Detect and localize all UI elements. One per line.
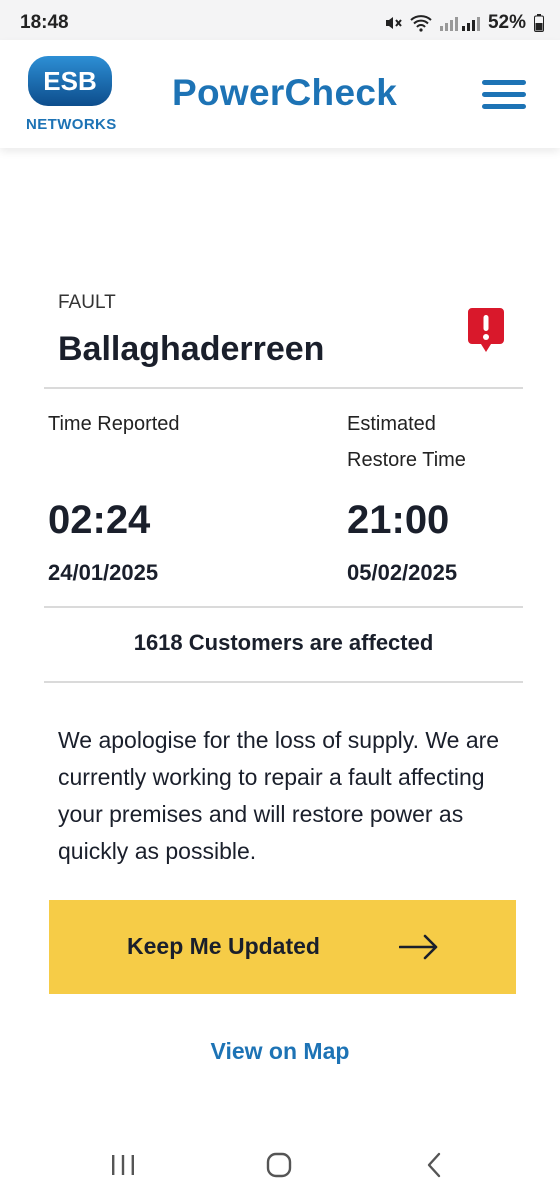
system-nav-bar [0,1128,560,1200]
divider [44,387,523,389]
esb-networks-logo[interactable]: ESB NETWORKS [24,54,120,136]
keep-me-updated-button[interactable]: Keep Me Updated [49,900,516,994]
svg-text:ESB: ESB [43,66,96,96]
divider [44,681,523,683]
mute-icon [384,14,402,32]
date-reported-value: 24/01/2025 [48,560,159,585]
signal-icon [439,14,480,32]
keep-me-updated-label: Keep Me Updated [127,933,320,959]
battery-level: 52% [487,12,526,33]
app-header: ESB NETWORKS PowerCheck [0,40,560,148]
status-time: 18:48 [20,12,69,33]
status-bar: 18:48 52% [0,0,560,40]
arrow-right-icon [399,934,438,960]
fault-location: Ballaghaderreen [58,330,325,368]
logo-networks-text: NETWORKS [26,116,117,133]
wifi-icon [410,14,432,32]
divider [44,606,523,608]
restore-date-value: 05/02/2025 [347,560,458,585]
view-on-map-link[interactable]: View on Map [0,1038,560,1065]
app-title: PowerCheck [172,72,398,113]
fault-type-label: FAULT [58,292,116,313]
hamburger-menu-icon[interactable] [482,78,528,112]
time-reported-label: Time Reported [48,413,180,435]
restore-time-value: 21:00 [347,498,450,542]
customers-affected: 1618 Customers are affected [133,630,434,655]
home-icon[interactable] [264,1150,294,1180]
status-icons: 52% [384,12,544,34]
recent-apps-icon[interactable] [108,1150,138,1180]
battery-icon [534,14,544,32]
esb-logo-badge: ESB [28,56,112,106]
back-icon[interactable] [420,1150,450,1180]
estimated-label-line2: Restore Time [347,449,466,471]
alert-exclamation-icon [466,306,506,354]
estimated-label-line1: Estimated [347,413,436,435]
apology-message: We apologise for the loss of supply. We … [58,727,500,864]
time-reported-value: 02:24 [48,498,151,542]
